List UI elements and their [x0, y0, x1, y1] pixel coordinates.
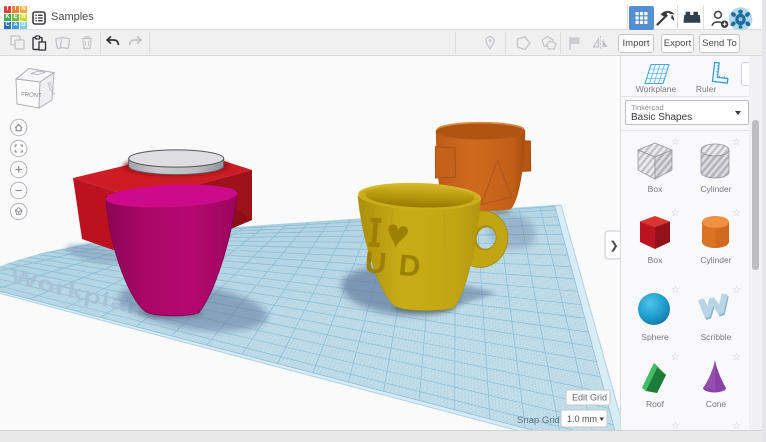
svg-text:U: U: [363, 246, 387, 281]
svg-text:❯: ❯: [610, 240, 619, 252]
svg-text:Snap Grid: Snap Grid: [517, 415, 560, 426]
svg-text:1.0 mm: 1.0 mm: [567, 414, 597, 424]
svg-text:Edit Grid: Edit Grid: [572, 393, 607, 403]
svg-text:D: D: [397, 249, 421, 284]
